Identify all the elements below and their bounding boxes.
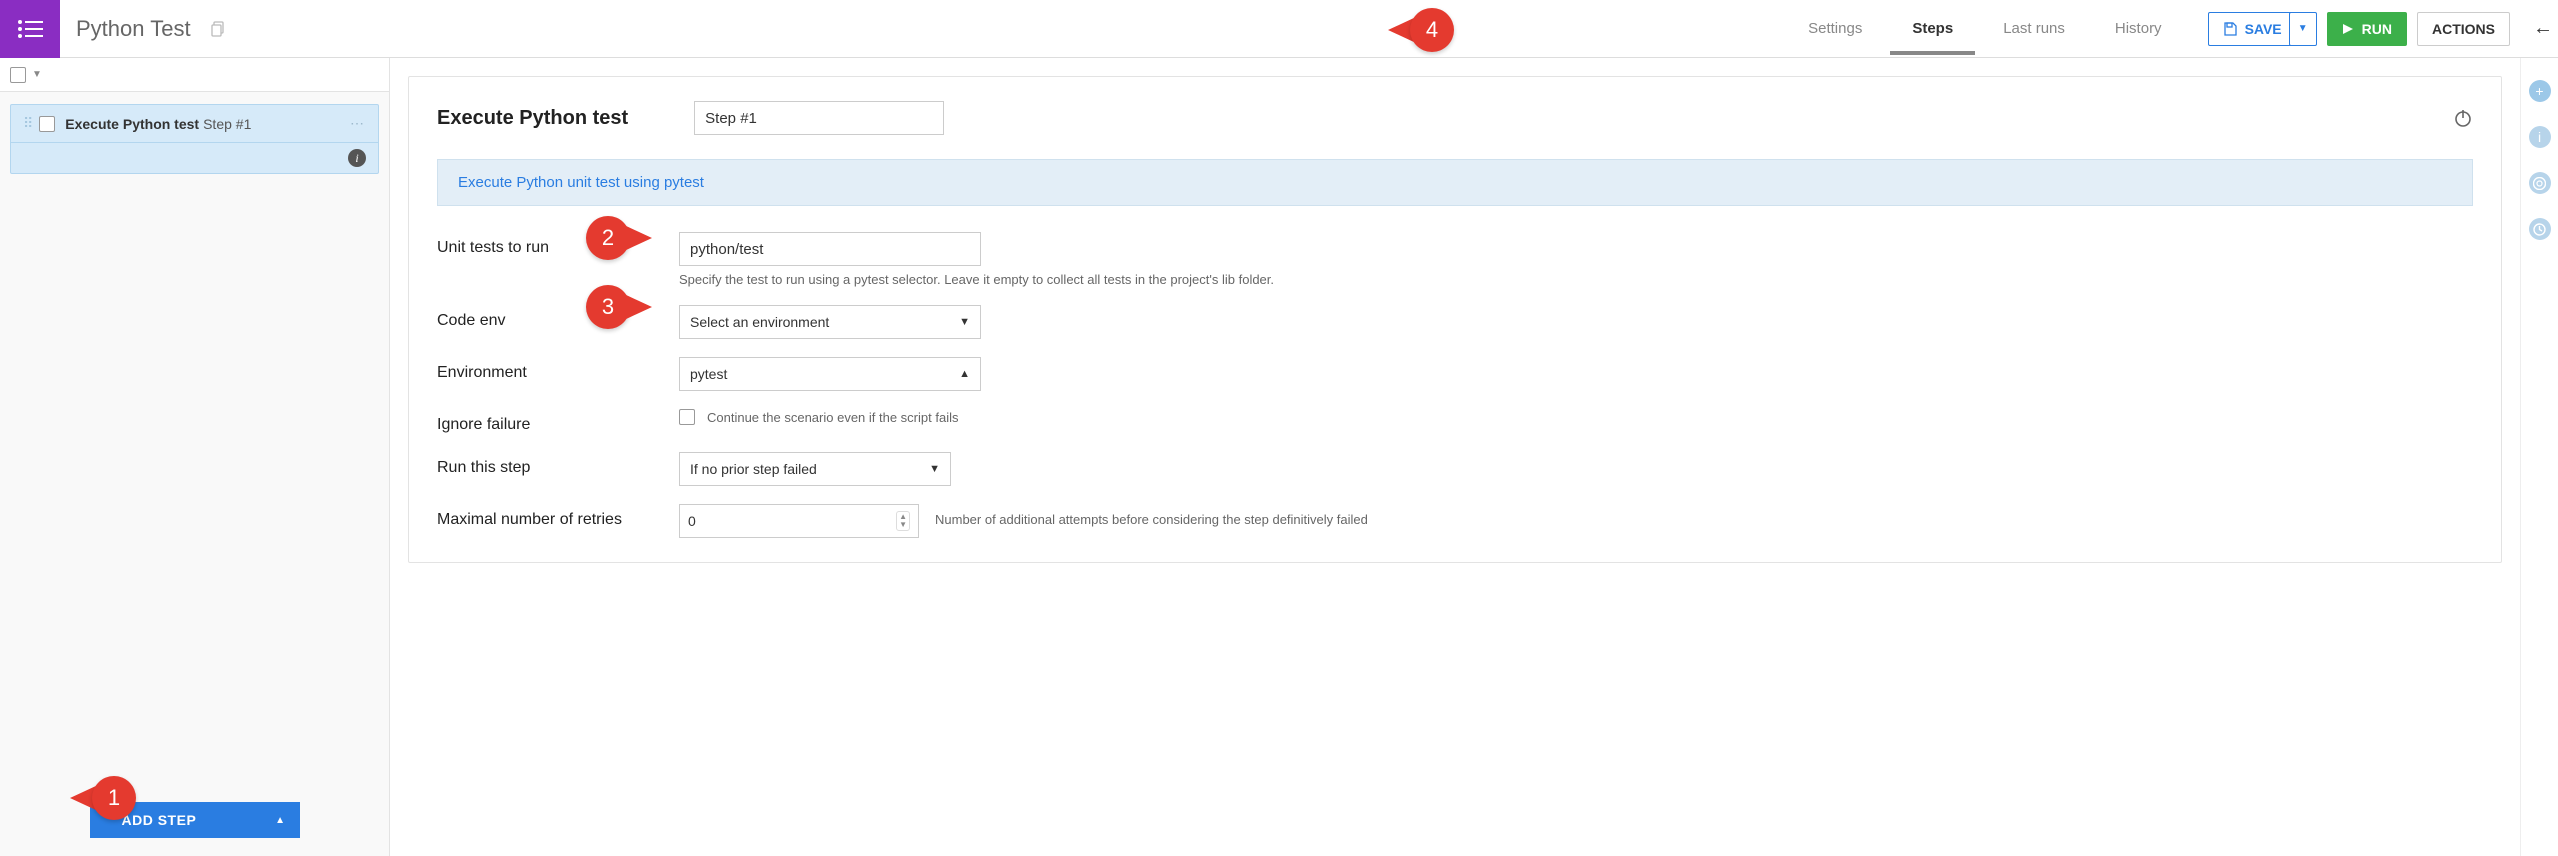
chevron-down-icon: ▼ [929, 463, 940, 475]
step-name-input[interactable] [694, 101, 944, 135]
max-retries-help: Number of additional attempts before con… [935, 504, 1368, 538]
tab-settings[interactable]: Settings [1786, 2, 1884, 55]
rail-add-icon[interactable]: + [2529, 80, 2551, 102]
chevron-up-icon: ▲ [275, 815, 299, 826]
code-env-label: Code env [437, 305, 679, 330]
save-button[interactable]: SAVE [2208, 12, 2297, 46]
chevron-down-icon: ▼ [2298, 23, 2308, 34]
collapse-arrow-icon[interactable]: ← [2528, 17, 2558, 40]
panel-title: Execute Python test [437, 107, 628, 130]
chevron-up-icon: ▲ [959, 368, 970, 380]
rail-info-icon[interactable]: i [2529, 126, 2551, 148]
step-name-label: Step #1 [203, 116, 251, 132]
unit-tests-help: Specify the test to run using a pytest s… [679, 272, 2473, 287]
step-card[interactable]: ⠿ Execute Python test Step #1 ⋯ i [10, 104, 379, 174]
step-description: Execute Python unit test using pytest [437, 159, 2473, 206]
max-retries-input[interactable]: 0 ▲▼ [679, 504, 919, 538]
tabs: Settings Steps Last runs History [1786, 2, 2183, 55]
more-icon[interactable]: ⋯ [350, 115, 366, 132]
unit-tests-input[interactable] [679, 232, 981, 266]
ignore-failure-label: Ignore failure [437, 409, 679, 434]
menu-toggle[interactable] [0, 0, 60, 58]
save-icon [2223, 22, 2237, 36]
ignore-failure-text: Continue the scenario even if the script… [707, 410, 958, 425]
rail-chat-icon[interactable] [2529, 172, 2551, 194]
power-icon[interactable] [2453, 108, 2473, 128]
environment-label: Environment [437, 357, 679, 382]
rail-clock-icon[interactable] [2529, 218, 2551, 240]
list-icon [17, 19, 43, 39]
run-this-step-select[interactable]: If no prior step failed ▼ [679, 452, 951, 486]
step-type-label: Execute Python test [65, 116, 199, 132]
step-checkbox[interactable] [39, 116, 55, 132]
unit-tests-label: Unit tests to run [437, 232, 679, 257]
select-all-checkbox[interactable] [10, 67, 26, 83]
run-this-step-label: Run this step [437, 452, 679, 477]
environment-select[interactable]: pytest ▲ [679, 357, 981, 391]
tab-last-runs[interactable]: Last runs [1981, 2, 2087, 55]
copy-icon[interactable] [211, 21, 227, 37]
add-step-button[interactable]: ADD STEP ▲ [90, 802, 300, 838]
code-env-select[interactable]: Select an environment ▼ [679, 305, 981, 339]
ignore-failure-checkbox[interactable] [679, 409, 695, 425]
chevron-down-icon[interactable]: ▼ [32, 69, 42, 80]
page-title: Python Test [60, 16, 207, 42]
tab-history[interactable]: History [2093, 2, 2184, 55]
drag-handle-icon[interactable]: ⠿ [23, 115, 31, 132]
chevron-down-icon: ▼ [959, 316, 970, 328]
run-button[interactable]: RUN [2327, 12, 2407, 46]
max-retries-label: Maximal number of retries [437, 504, 679, 529]
info-icon[interactable]: i [348, 149, 366, 167]
tab-steps[interactable]: Steps [1890, 2, 1975, 55]
actions-button[interactable]: ACTIONS [2417, 12, 2510, 46]
save-dropdown[interactable]: ▼ [2289, 12, 2317, 46]
play-icon [2342, 23, 2354, 35]
spinner-icon[interactable]: ▲▼ [896, 511, 910, 531]
